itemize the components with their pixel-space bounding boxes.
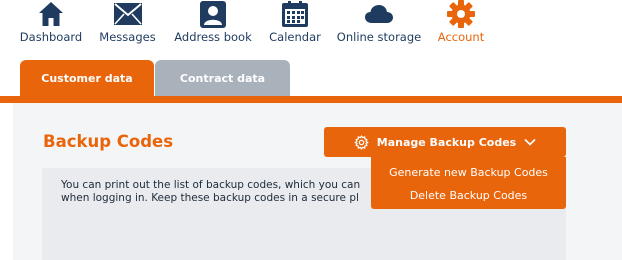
- nav-address-book-label: Address book: [174, 30, 252, 44]
- info-text-line: You can print out the list of backup cod…: [61, 179, 361, 191]
- nav-online-storage[interactable]: Online storage: [336, 0, 422, 46]
- manage-backup-codes-button[interactable]: Manage Backup Codes: [324, 127, 566, 157]
- cloud-icon: [364, 0, 394, 28]
- gear-icon: [446, 0, 476, 28]
- nav-messages-label: Messages: [99, 30, 156, 44]
- manage-backup-codes-label: Manage Backup Codes: [376, 135, 517, 149]
- page-title: Backup Codes: [43, 132, 174, 151]
- settings-gear-icon: [353, 134, 369, 150]
- nav-account[interactable]: Account: [437, 0, 485, 46]
- nav-account-label: Account: [437, 30, 485, 44]
- nav-dashboard-label: Dashboard: [19, 30, 83, 44]
- top-nav: Dashboard Messages Address book Calendar…: [0, 0, 622, 52]
- info-text-line: when logging in. Keep these backup codes…: [61, 192, 359, 204]
- nav-online-storage-label: Online storage: [336, 30, 422, 44]
- nav-calendar-label: Calendar: [269, 30, 321, 44]
- tab-contract-data[interactable]: Contract data: [155, 60, 290, 97]
- menu-item-generate-codes[interactable]: Generate new Backup Codes: [371, 161, 566, 183]
- info-text: You can print out the list of backup cod…: [61, 179, 375, 219]
- nav-messages[interactable]: Messages: [99, 0, 156, 46]
- envelope-icon: [113, 0, 143, 28]
- contact-card-icon: [198, 0, 228, 28]
- nav-address-book[interactable]: Address book: [174, 0, 252, 46]
- chevron-down-icon: [524, 138, 536, 146]
- menu-item-delete-codes[interactable]: Delete Backup Codes: [371, 184, 566, 206]
- calendar-icon: [280, 0, 310, 28]
- home-icon: [36, 0, 66, 28]
- manage-backup-codes-menu: Generate new Backup Codes Delete Backup …: [371, 157, 566, 209]
- tab-underline: [0, 96, 622, 103]
- nav-dashboard[interactable]: Dashboard: [20, 0, 82, 46]
- tab-customer-data[interactable]: Customer data: [20, 60, 154, 97]
- nav-calendar[interactable]: Calendar: [269, 0, 321, 46]
